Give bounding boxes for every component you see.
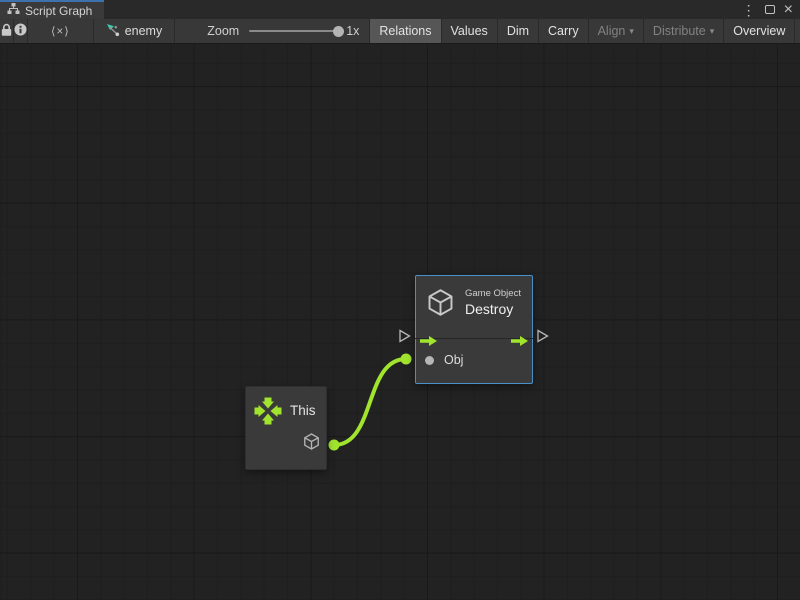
close-icon[interactable]: × [784,3,793,17]
game-object-cube-icon [425,287,456,323]
full-screen-button[interactable]: Full Screen [795,19,800,43]
relations-label: Relations [379,24,431,38]
control-input-port[interactable] [398,329,412,348]
distribute-dropdown[interactable]: Distribute ▾ [644,19,724,43]
menu-icon[interactable]: ⋮ [742,3,756,17]
obj-port-label: Obj [444,353,463,367]
node-obj-port-row: Obj [416,347,532,373]
tab-strip: Script Graph ⋮ × [0,0,800,19]
graph-name-label: enemy [125,24,163,38]
this-output-port[interactable] [302,432,321,456]
obj-input-port[interactable] [425,356,434,365]
info-icon [14,23,27,39]
tab-title: Script Graph [25,4,92,18]
relations-button[interactable]: Relations [369,19,441,43]
node-destroy[interactable]: Game Object Destroy O [415,275,533,384]
tab-script-graph[interactable]: Script Graph [0,0,104,19]
node-title-label: This [290,403,316,418]
lock-button[interactable] [0,19,14,43]
graph-machine-icon [106,23,120,40]
flow-connection [0,44,800,600]
zoom-control: Zoom 1x [197,19,369,43]
this-self-icon [254,397,282,430]
zoom-slider-thumb[interactable] [333,26,344,37]
chevron-down-icon: ▾ [710,26,715,37]
carry-label: Carry [548,24,579,38]
dim-label: Dim [507,24,529,38]
node-control-row [416,329,532,347]
values-label: Values [451,24,488,38]
graph-canvas[interactable]: Game Object Destroy O [0,44,800,600]
overview-label: Overview [733,24,785,38]
values-button[interactable]: Values [442,19,498,43]
inspector-button[interactable] [14,19,28,43]
toolbar-right-group: Relations Values Dim Carry Align ▾ Distr… [369,19,800,43]
carry-button[interactable]: Carry [539,19,589,43]
graph-toolbar: ⟨×⟩ enemy Zoom 1x Relations [0,19,800,44]
node-category-label: Game Object [465,287,521,300]
node-destroy-header: Game Object Destroy [416,276,532,329]
zoom-label: Zoom [207,24,239,38]
node-title-label: Destroy [465,300,521,319]
graph-hierarchy-icon [7,2,20,20]
distribute-label: Distribute [653,24,706,38]
zoom-value: 1x [346,24,359,38]
overview-button[interactable]: Overview [724,19,795,43]
code-brackets-icon: ⟨×⟩ [37,24,84,38]
script-graph-window: Script Graph ⋮ × [0,0,800,600]
graph-selector-button[interactable]: enemy [94,19,176,43]
maximize-icon[interactable] [765,5,775,14]
connection-start-dot [329,440,340,451]
lock-icon [0,23,13,40]
connection-end-dot [401,354,412,365]
node-this[interactable]: This [245,386,327,470]
zoom-slider[interactable] [249,30,339,32]
window-controls: ⋮ × [742,0,800,19]
node-this-header: This [246,387,326,435]
code-preview-button[interactable]: ⟨×⟩ [28,19,94,43]
control-output-port[interactable] [536,329,550,348]
chevron-down-icon: ▾ [629,26,634,37]
align-dropdown[interactable]: Align ▾ [589,19,644,43]
dim-button[interactable]: Dim [498,19,539,43]
align-label: Align [598,24,626,38]
